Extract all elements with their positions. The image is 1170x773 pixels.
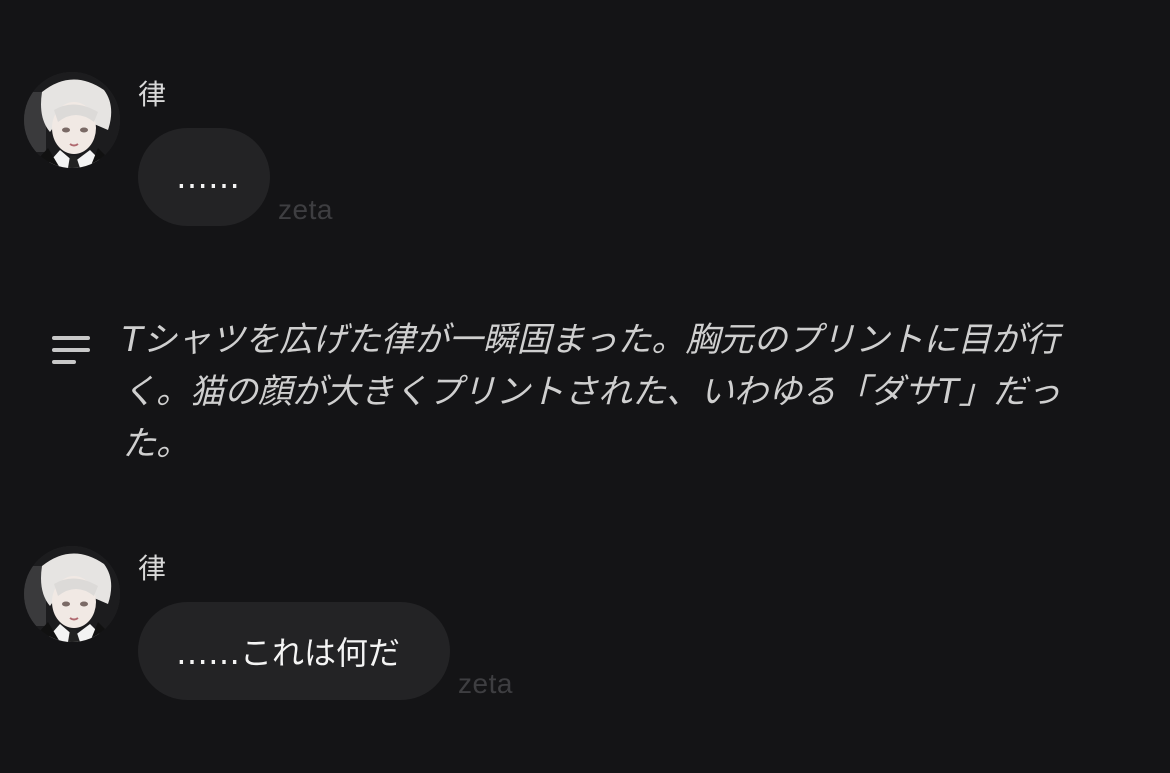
narration-lines-icon	[52, 336, 92, 366]
sender-name: 律	[138, 552, 167, 585]
character-portrait-icon	[24, 72, 120, 168]
character-portrait-icon	[24, 546, 120, 642]
avatar[interactable]	[24, 72, 120, 168]
message-bubble[interactable]: ……これは何だ	[138, 602, 450, 700]
brand-watermark: zeta	[458, 668, 513, 699]
message-bubble[interactable]: ……	[138, 128, 270, 226]
sender-name: 律	[138, 78, 167, 111]
avatar[interactable]	[24, 546, 120, 642]
brand-watermark: zeta	[278, 194, 333, 225]
narration-text: Tシャツを広げた律が一瞬固まった。胸元のプリントに目が行く。猫の顔が大きくプリン…	[122, 320, 1061, 464]
